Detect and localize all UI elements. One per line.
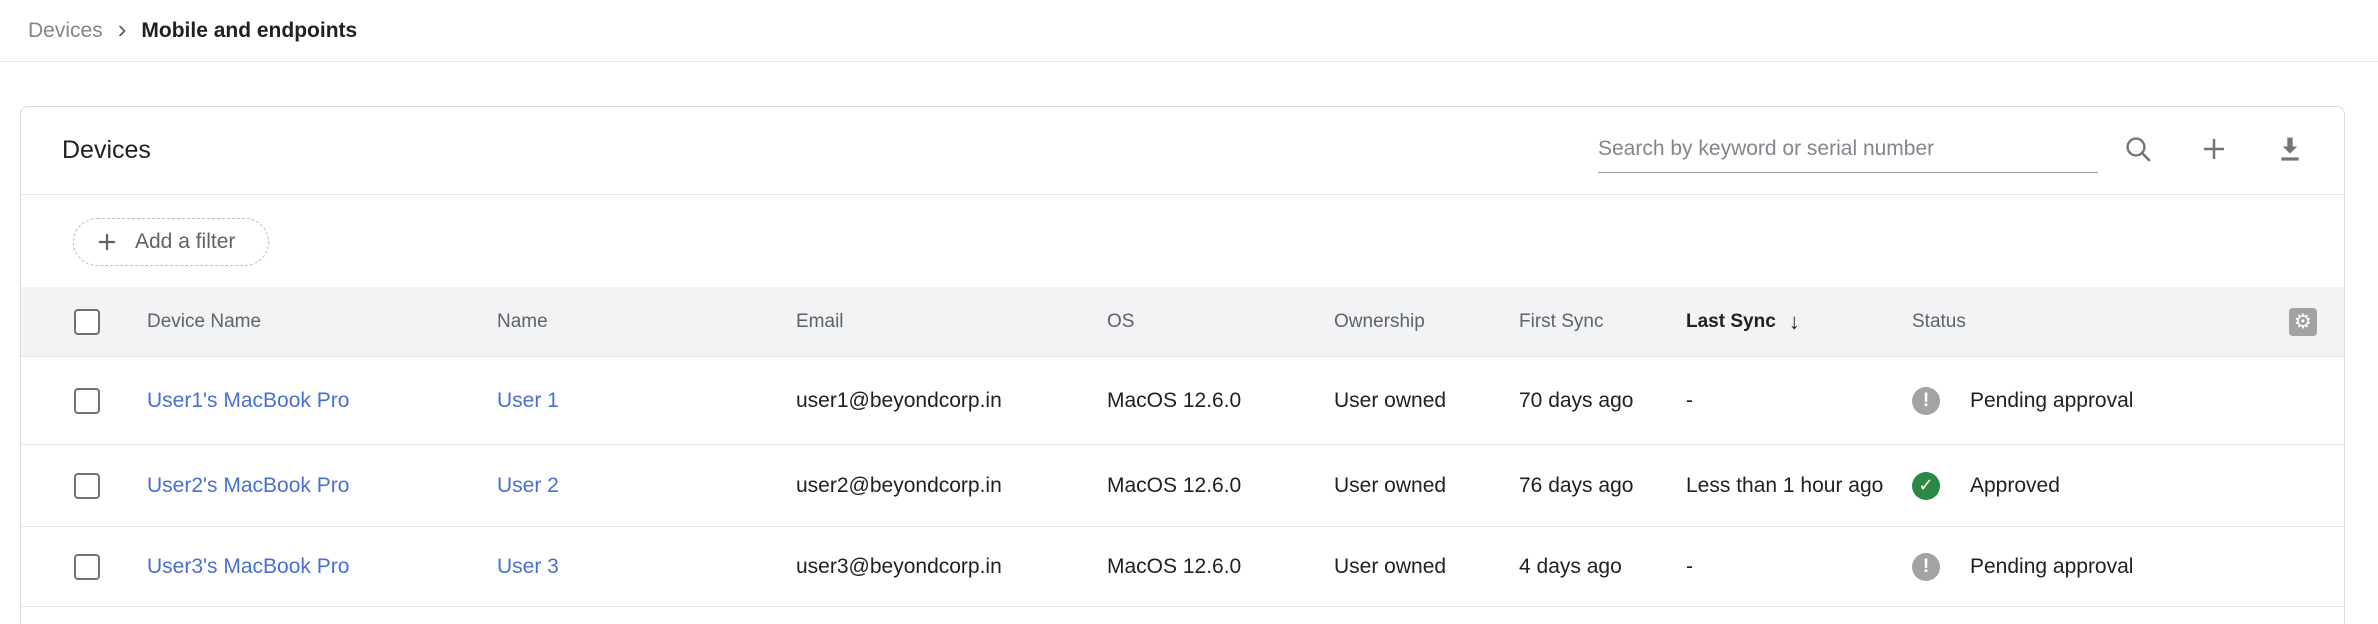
status-pending-icon <box>1912 553 1940 581</box>
devices-card: Devices <box>20 106 2345 624</box>
plus-icon <box>94 229 120 255</box>
device-name-link[interactable]: User2's MacBook Pro <box>147 474 349 498</box>
status-pending-icon <box>1912 387 1940 415</box>
column-header-name[interactable]: Name <box>497 311 548 333</box>
column-header-device-name[interactable]: Device Name <box>147 311 261 333</box>
search-input[interactable] <box>1598 125 2098 173</box>
filter-bar: Add a filter <box>21 195 2344 287</box>
device-name-link[interactable]: User1's MacBook Pro <box>147 389 349 413</box>
add-filter-chip[interactable]: Add a filter <box>73 218 269 266</box>
status-label: Pending approval <box>1970 389 2133 413</box>
last-sync-cell: Less than 1 hour ago <box>1686 474 1883 498</box>
plus-icon <box>2198 133 2230 165</box>
os-cell: MacOS 12.6.0 <box>1107 474 1241 498</box>
column-header-ownership[interactable]: Ownership <box>1334 311 1425 333</box>
export-download-button[interactable] <box>2269 128 2311 170</box>
row-checkbox[interactable] <box>74 554 100 580</box>
first-sync-cell: 4 days ago <box>1519 555 1622 579</box>
download-icon <box>2274 133 2306 165</box>
email-cell: user1@beyondcorp.in <box>796 389 1002 413</box>
column-header-os[interactable]: OS <box>1107 311 1134 333</box>
sort-descending-arrow-icon: ↓ <box>1789 309 1800 335</box>
table-row[interactable]: User3's MacBook Pro User 3 user3@beyondc… <box>21 527 2344 607</box>
column-header-first-sync[interactable]: First Sync <box>1519 311 1603 333</box>
email-cell: user2@beyondcorp.in <box>796 474 1002 498</box>
status-approved-icon <box>1912 472 1940 500</box>
add-device-button[interactable] <box>2193 128 2235 170</box>
user-name-link[interactable]: User 2 <box>497 474 559 498</box>
table-body: User1's MacBook Pro User 1 user1@beyondc… <box>21 357 2344 607</box>
device-name-link[interactable]: User3's MacBook Pro <box>147 555 349 579</box>
breadcrumb-current-page: Mobile and endpoints <box>141 19 357 43</box>
ownership-cell: User owned <box>1334 389 1446 413</box>
add-filter-label: Add a filter <box>135 230 235 254</box>
breadcrumb: Devices › Mobile and endpoints <box>0 0 2378 62</box>
status-cell: Approved <box>1912 472 2060 500</box>
search-icon <box>2122 133 2154 165</box>
os-cell: MacOS 12.6.0 <box>1107 389 1241 413</box>
table-row[interactable]: User1's MacBook Pro User 1 user1@beyondc… <box>21 357 2344 445</box>
first-sync-cell: 70 days ago <box>1519 389 1633 413</box>
card-header: Devices <box>21 107 2344 195</box>
row-checkbox[interactable] <box>74 473 100 499</box>
column-header-status[interactable]: Status <box>1912 311 1966 333</box>
status-cell: Pending approval <box>1912 387 2133 415</box>
ownership-cell: User owned <box>1334 555 1446 579</box>
email-cell: user3@beyondcorp.in <box>796 555 1002 579</box>
mobile-and-endpoints-page: Devices › Mobile and endpoints Devices <box>0 0 2378 624</box>
ownership-cell: User owned <box>1334 474 1446 498</box>
column-header-last-sync[interactable]: Last Sync ↓ <box>1686 309 1800 335</box>
search-button[interactable] <box>2117 128 2159 170</box>
chevron-right-icon: › <box>118 16 127 45</box>
user-name-link[interactable]: User 3 <box>497 555 559 579</box>
first-sync-cell: 76 days ago <box>1519 474 1633 498</box>
breadcrumb-devices-link[interactable]: Devices <box>28 19 103 43</box>
os-cell: MacOS 12.6.0 <box>1107 555 1241 579</box>
last-sync-cell: - <box>1686 555 1693 579</box>
column-header-email[interactable]: Email <box>796 311 844 333</box>
last-sync-cell: - <box>1686 389 1693 413</box>
table-header-row: Device Name Name Email OS Ownership Firs… <box>21 287 2344 357</box>
page-title: Devices <box>62 107 151 194</box>
last-sync-label: Last Sync <box>1686 311 1776 333</box>
select-all-checkbox[interactable] <box>74 309 100 335</box>
user-name-link[interactable]: User 1 <box>497 389 559 413</box>
status-cell: Pending approval <box>1912 553 2133 581</box>
status-label: Pending approval <box>1970 555 2133 579</box>
status-label: Approved <box>1970 474 2060 498</box>
manage-columns-button[interactable]: ⚙ <box>2289 308 2317 336</box>
row-checkbox[interactable] <box>74 388 100 414</box>
table-row[interactable]: User2's MacBook Pro User 2 user2@beyondc… <box>21 445 2344 527</box>
gear-icon: ⚙ <box>2294 312 2312 332</box>
